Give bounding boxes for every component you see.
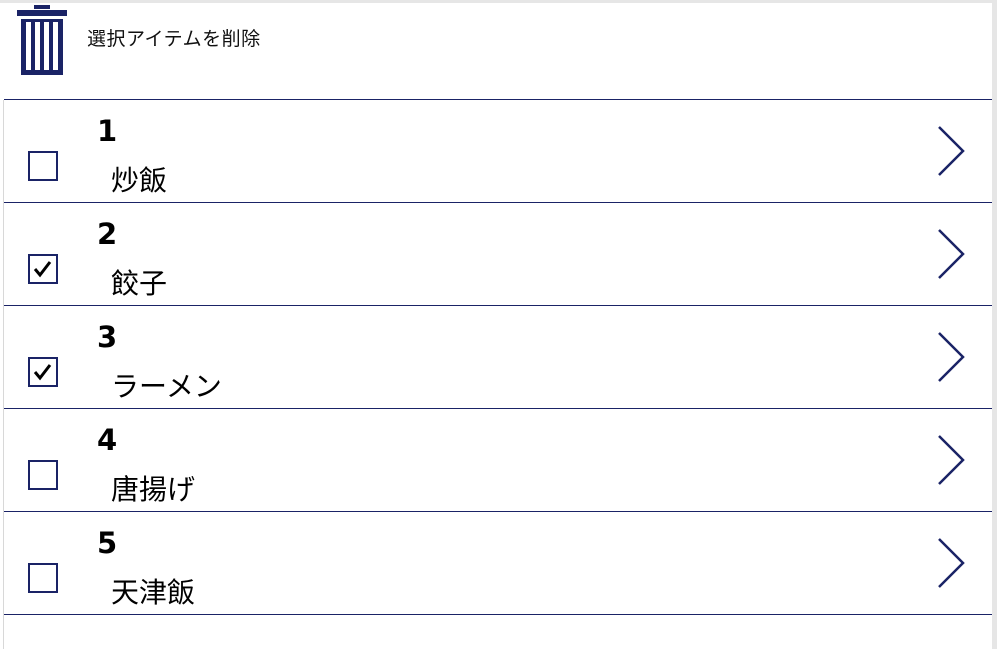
item-checkbox[interactable] xyxy=(28,460,58,490)
checkmark-icon xyxy=(33,364,52,381)
delete-selected-button[interactable]: 選択アイテムを削除 xyxy=(17,5,261,75)
checkmark-icon xyxy=(33,261,52,278)
chevron-right-icon[interactable] xyxy=(933,433,967,487)
list-item[interactable]: 2 餃子 xyxy=(4,203,992,306)
item-name: 餃子 xyxy=(111,267,168,300)
item-name: 天津飯 xyxy=(111,576,196,609)
trash-icon[interactable] xyxy=(17,5,67,75)
chevron-right-icon[interactable] xyxy=(933,536,967,590)
item-id: 3 xyxy=(97,320,118,354)
item-checkbox[interactable] xyxy=(28,151,58,181)
item-name: ラーメン xyxy=(111,370,222,403)
item-checkbox[interactable] xyxy=(28,563,58,593)
chevron-right-icon[interactable] xyxy=(933,330,967,384)
item-id: 2 xyxy=(97,217,118,251)
list-item[interactable]: 3 ラーメン xyxy=(4,306,992,409)
list-item[interactable]: 5 天津飯 xyxy=(4,512,992,615)
app-window: 選択アイテムを削除 1 炒飯 2 餃子 3 ラーメン 4 唐揚げ 5 天津飯 xyxy=(0,0,997,649)
item-name: 唐揚げ xyxy=(111,473,196,506)
item-list: 1 炒飯 2 餃子 3 ラーメン 4 唐揚げ 5 天津飯 xyxy=(4,99,992,615)
item-checkbox[interactable] xyxy=(28,357,58,387)
toolbar: 選択アイテムを削除 xyxy=(0,3,992,99)
item-id: 1 xyxy=(97,114,118,148)
chevron-right-icon[interactable] xyxy=(933,124,967,178)
item-id: 4 xyxy=(97,423,118,457)
chevron-right-icon[interactable] xyxy=(933,227,967,281)
item-name: 炒飯 xyxy=(111,164,168,197)
item-checkbox[interactable] xyxy=(28,254,58,284)
delete-selected-label: 選択アイテムを削除 xyxy=(87,27,261,50)
item-id: 5 xyxy=(97,526,118,560)
list-item[interactable]: 1 炒飯 xyxy=(4,100,992,203)
scrollbar-track[interactable] xyxy=(992,0,997,649)
list-item[interactable]: 4 唐揚げ xyxy=(4,409,992,512)
